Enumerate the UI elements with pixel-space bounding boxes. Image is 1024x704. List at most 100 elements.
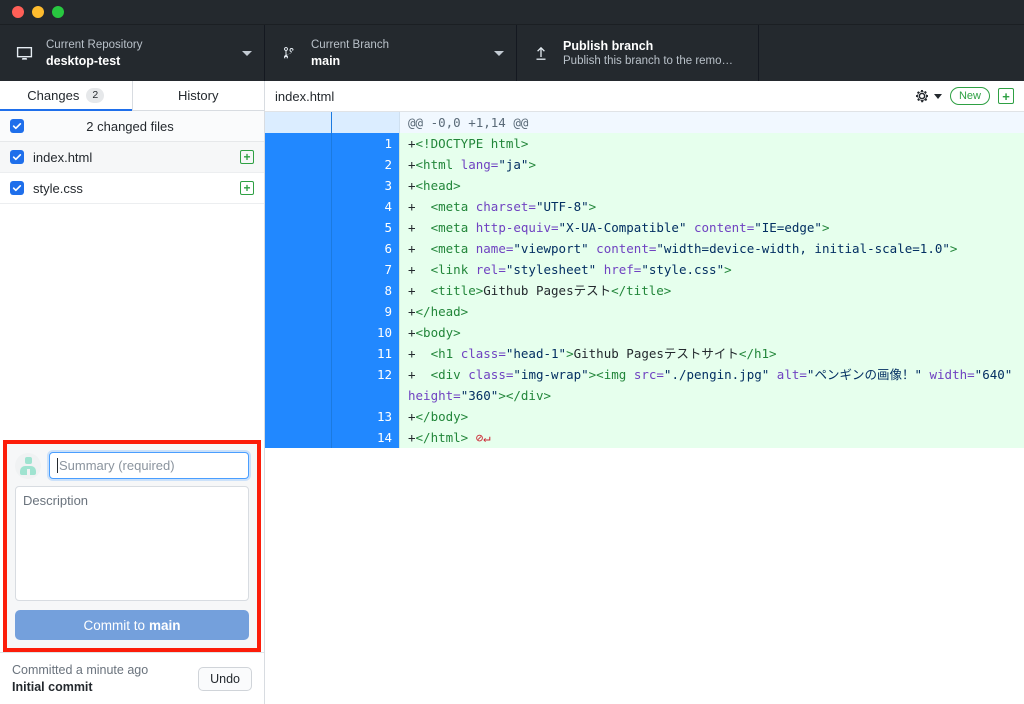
tab-history-label: History bbox=[178, 88, 219, 103]
diff-line-code: + <link rel="stylesheet" href="style.css… bbox=[399, 259, 1024, 280]
publish-branch-title: Publish branch bbox=[563, 38, 654, 53]
diff-gutter-old bbox=[265, 112, 332, 133]
publish-branch-button[interactable]: Publish branch Publish this branch to th… bbox=[517, 25, 759, 81]
github-desktop-window: Current Repository desktop-test Current … bbox=[0, 0, 1024, 704]
file-status-added-icon: + bbox=[240, 181, 254, 195]
diff-gutter-new: 11 bbox=[332, 343, 399, 364]
diff-content[interactable]: @@ -0,0 +1,14 @@ 1 +<!DOCTYPE html> 2 +<htm… bbox=[265, 112, 1024, 704]
diff-gutter-old bbox=[265, 175, 332, 196]
diff-line-row[interactable]: 12 + <div class="img-wrap"><img src="./pe… bbox=[265, 364, 1024, 406]
file-list-empty-space bbox=[0, 204, 264, 440]
tab-history[interactable]: History bbox=[133, 81, 265, 110]
diff-line-row[interactable]: 2 +<html lang="ja"> bbox=[265, 154, 1024, 175]
diff-line-code: +</body> bbox=[399, 406, 1024, 427]
diff-gutter-new: 9 bbox=[332, 301, 399, 322]
chevron-down-icon bbox=[494, 50, 504, 56]
chevron-down-icon bbox=[933, 93, 942, 99]
select-all-checkbox[interactable] bbox=[10, 119, 24, 133]
changed-files-header: 2 changed files bbox=[0, 111, 264, 142]
expand-all-icon[interactable]: + bbox=[998, 88, 1014, 104]
diff-gutter-old bbox=[265, 406, 332, 427]
commit-to-main-button[interactable]: Commit to main bbox=[15, 610, 249, 640]
commit-form: Summary (required) Description Commit to… bbox=[3, 440, 261, 652]
minimize-window-button[interactable] bbox=[32, 6, 44, 18]
current-branch-button[interactable]: Current Branch main bbox=[265, 25, 517, 81]
diff-gutter-old bbox=[265, 238, 332, 259]
diff-line-row[interactable]: 5 + <meta http-equiv="X-UA-Compatible" co… bbox=[265, 217, 1024, 238]
diff-gutter-new: 2 bbox=[332, 154, 399, 175]
current-repository-button[interactable]: Current Repository desktop-test bbox=[0, 25, 265, 81]
diff-line-code: + <meta name="viewport" content="width=d… bbox=[399, 238, 1024, 259]
file-list-item-style-css[interactable]: style.css + bbox=[0, 173, 264, 204]
diff-line-row[interactable]: 11 + <h1 class="head-1">Github Pagesテストサイ… bbox=[265, 343, 1024, 364]
main-body: Changes 2 History 2 changed files index. bbox=[0, 81, 1024, 704]
diff-gutter-new: 10 bbox=[332, 322, 399, 343]
commit-button-prefix: Commit to bbox=[83, 617, 145, 633]
diff-gutter-old bbox=[265, 196, 332, 217]
title-bar bbox=[0, 0, 1024, 25]
diff-line-row[interactable]: 13 +</body> bbox=[265, 406, 1024, 427]
gear-icon bbox=[915, 90, 928, 103]
diff-line-row[interactable]: 3 +<head> bbox=[265, 175, 1024, 196]
tab-changes[interactable]: Changes 2 bbox=[0, 81, 132, 111]
diff-hunk-header-text: @@ -0,0 +1,14 @@ bbox=[399, 112, 1024, 133]
diff-gutter-old bbox=[265, 154, 332, 175]
file-status-added-icon: + bbox=[240, 150, 254, 164]
diff-line-row[interactable]: 10 +<body> bbox=[265, 322, 1024, 343]
diff-line-row[interactable]: 1 +<!DOCTYPE html> bbox=[265, 133, 1024, 154]
diff-gutter-new: 1 bbox=[332, 133, 399, 154]
diff-gutter-old bbox=[265, 217, 332, 238]
current-repository-value: desktop-test bbox=[46, 53, 121, 68]
undo-button[interactable]: Undo bbox=[198, 666, 252, 691]
diff-gutter-new: 3 bbox=[332, 175, 399, 196]
diff-gutter-old bbox=[265, 364, 332, 406]
diff-line-code: +<html lang="ja"> bbox=[399, 154, 1024, 175]
text-cursor bbox=[57, 458, 58, 473]
diff-line-code: +<!DOCTYPE html> bbox=[399, 133, 1024, 154]
tab-changes-label: Changes bbox=[27, 88, 80, 103]
diff-gutter-old bbox=[265, 133, 332, 154]
diff-line-row[interactable]: 14 +</html> ⊘↵ bbox=[265, 427, 1024, 448]
commit-description-input[interactable]: Description bbox=[15, 486, 249, 601]
upload-icon bbox=[529, 45, 553, 62]
commit-summary-input[interactable]: Summary (required) bbox=[49, 452, 249, 479]
diff-gutter-old bbox=[265, 427, 332, 448]
file-checkbox[interactable] bbox=[10, 150, 24, 164]
diff-gutter-old bbox=[265, 259, 332, 280]
file-checkbox[interactable] bbox=[10, 181, 24, 195]
file-list-item-index-html[interactable]: index.html + bbox=[0, 142, 264, 173]
diff-line-row[interactable]: 8 + <title>Github Pagesテスト</title> bbox=[265, 280, 1024, 301]
current-branch-value: main bbox=[311, 53, 341, 68]
close-window-button[interactable] bbox=[12, 6, 24, 18]
sidebar-tabs: Changes 2 History bbox=[0, 81, 264, 111]
commit-description-placeholder: Description bbox=[23, 493, 89, 508]
file-name: style.css bbox=[33, 180, 83, 196]
maximize-window-button[interactable] bbox=[52, 6, 64, 18]
diff-line-row[interactable]: 9 +</head> bbox=[265, 301, 1024, 322]
diff-line-code: +<body> bbox=[399, 322, 1024, 343]
diff-gutter-old bbox=[265, 301, 332, 322]
diff-options-button[interactable] bbox=[914, 88, 942, 104]
diff-gutter-new: 4 bbox=[332, 196, 399, 217]
diff-gutter-old bbox=[265, 343, 332, 364]
diff-line-code: + <div class="img-wrap"><img src="./peng… bbox=[399, 364, 1024, 406]
diff-gutter-new: 7 bbox=[332, 259, 399, 280]
diff-panel: index.html New + @@ -0,0 +1,14 @@ 1 +<!D… bbox=[265, 81, 1024, 704]
current-branch-label: Current Branch bbox=[311, 38, 389, 51]
diff-header: index.html New + bbox=[265, 81, 1024, 112]
diff-line-row[interactable]: 4 + <meta charset="UTF-8"> bbox=[265, 196, 1024, 217]
commit-summary-row: Summary (required) bbox=[15, 452, 249, 479]
diff-line-code: + <meta http-equiv="X-UA-Compatible" con… bbox=[399, 217, 1024, 238]
avatar bbox=[15, 452, 41, 479]
diff-line-code: +<head> bbox=[399, 175, 1024, 196]
diff-header-actions: New + bbox=[914, 87, 1014, 105]
diff-line-row[interactable]: 6 + <meta name="viewport" content="width=… bbox=[265, 238, 1024, 259]
diff-gutter-new: 8 bbox=[332, 280, 399, 301]
diff-line-row[interactable]: 7 + <link rel="stylesheet" href="style.cs… bbox=[265, 259, 1024, 280]
diff-gutter-new: 5 bbox=[332, 217, 399, 238]
diff-gutter-new: 13 bbox=[332, 406, 399, 427]
diff-line-code: +</head> bbox=[399, 301, 1024, 322]
commit-status-time: Committed a minute ago bbox=[12, 662, 149, 677]
changed-files-count-label: 2 changed files bbox=[86, 118, 174, 134]
chevron-down-icon bbox=[242, 50, 252, 56]
